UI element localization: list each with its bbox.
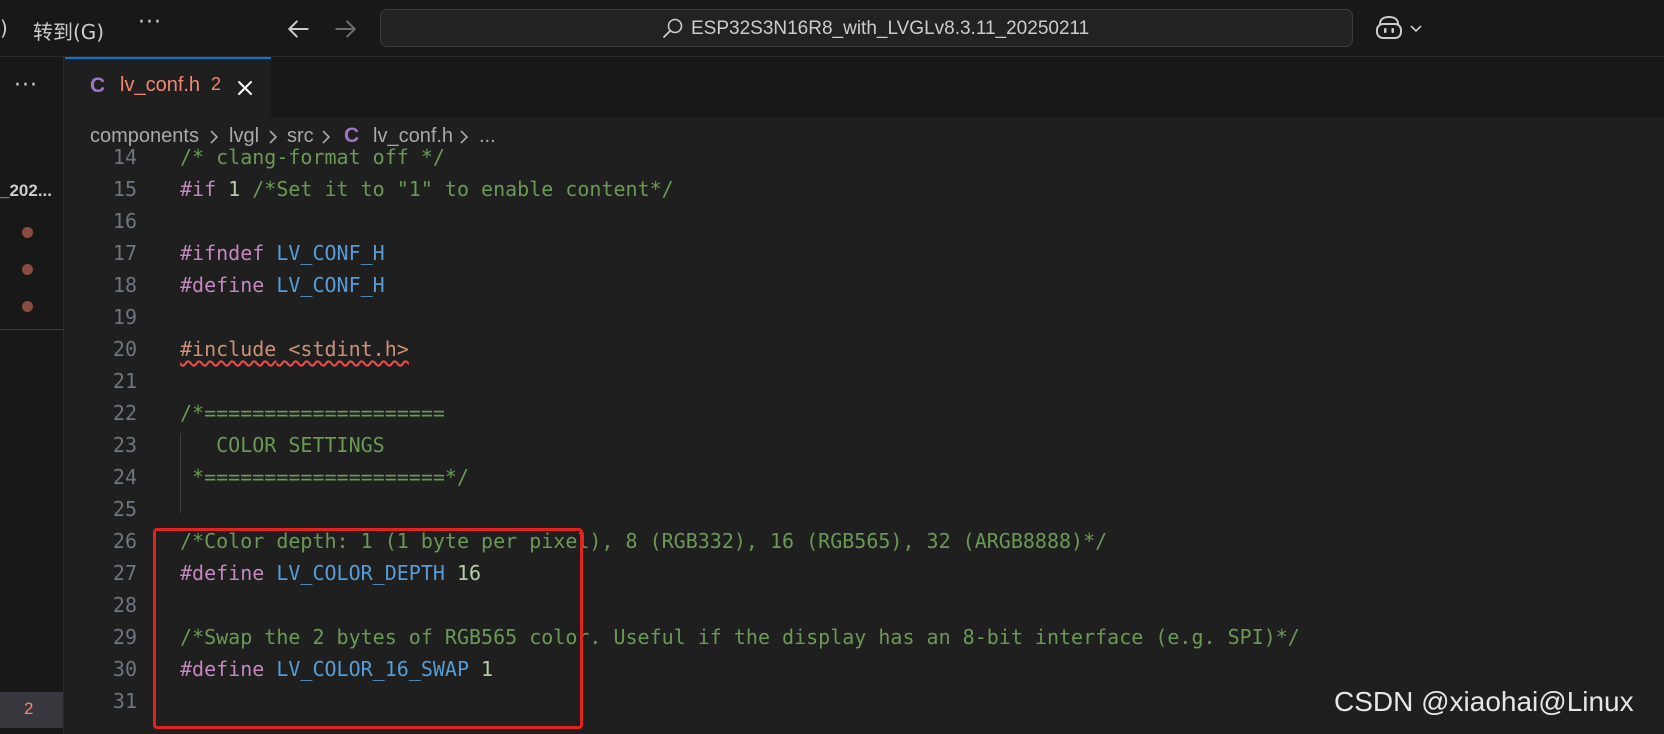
chevron-down-icon[interactable] xyxy=(1408,20,1424,36)
modified-dot-icon xyxy=(22,301,33,312)
arrow-right-icon[interactable] xyxy=(332,16,358,42)
code-line[interactable]: 23 COLOR SETTINGS xyxy=(65,429,1664,461)
line-number: 18 xyxy=(112,273,137,297)
line-number: 29 xyxy=(112,625,137,649)
code-token: LV_CONF_H xyxy=(276,273,385,297)
explorer-folder-label[interactable]: _202... xyxy=(0,181,52,201)
line-number: 17 xyxy=(112,241,137,265)
line-number: 24 xyxy=(112,465,137,489)
code-line[interactable]: 19 xyxy=(65,301,1664,333)
code-text: #if 1 /*Set it to "1" to enable content*… xyxy=(180,173,674,205)
code-line[interactable]: 22 /*==================== xyxy=(65,397,1664,429)
code-token: <stdint.h> xyxy=(276,337,409,361)
code-line[interactable]: 17 #ifndef LV_CONF_H xyxy=(65,237,1664,269)
code-token: #include xyxy=(180,337,277,361)
line-number: 27 xyxy=(112,561,137,585)
code-line[interactable]: 15 #if 1 /*Set it to "1" to enable conten… xyxy=(65,173,1664,205)
explorer-more-button[interactable]: ··· xyxy=(14,73,38,98)
code-token: #if xyxy=(180,177,217,201)
line-number: 31 xyxy=(112,689,137,713)
menu-item-partial[interactable]: ) xyxy=(0,16,8,40)
code-text: #define LV_CONF_H xyxy=(180,269,385,301)
line-number: 26 xyxy=(112,529,137,553)
line-number: 15 xyxy=(112,177,137,201)
code-token: #define xyxy=(180,273,265,297)
line-number: 28 xyxy=(112,593,137,617)
code-token: *====================*/ xyxy=(180,465,469,489)
code-line[interactable]: 25 xyxy=(65,493,1664,525)
explorer-panel: ··· _202... 2 xyxy=(0,57,64,734)
code-text: /*==================== xyxy=(180,397,445,429)
code-text: *====================*/ xyxy=(180,461,469,493)
editor-tab-bar: C lv_conf.h 2 xyxy=(65,57,1664,117)
more-menu-button[interactable]: ··· xyxy=(138,10,162,35)
code-text: #ifndef LV_CONF_H xyxy=(180,237,385,269)
code-line[interactable]: 24 *====================*/ xyxy=(65,461,1664,493)
problems-row[interactable]: 2 xyxy=(0,692,63,728)
line-number: 16 xyxy=(112,209,137,233)
modified-dot-icon xyxy=(22,264,33,275)
menu-item-goto[interactable]: 转到(G) xyxy=(33,16,104,45)
code-token: /*==================== xyxy=(180,401,445,425)
panel-divider xyxy=(0,329,63,330)
modified-dot-icon xyxy=(22,227,33,238)
code-line[interactable]: 16 xyxy=(65,205,1664,237)
annotation-highlight-box xyxy=(153,528,583,729)
line-number: 23 xyxy=(112,433,137,457)
tab-label: lv_conf.h xyxy=(120,74,201,96)
code-text: #include <stdint.h> xyxy=(180,333,409,365)
copilot-icon[interactable] xyxy=(1374,14,1404,42)
close-icon[interactable] xyxy=(235,78,255,98)
title-bar: ) 转到(G) ··· ESP32S3N16R8_with_LVGLv8.3.1… xyxy=(0,0,1664,57)
code-token: COLOR SETTINGS xyxy=(180,433,385,457)
code-token: /*Set it to "1" to enable content*/ xyxy=(252,177,674,201)
code-text: /* clang-format off */ xyxy=(180,141,445,173)
line-number: 19 xyxy=(112,305,137,329)
line-number: 21 xyxy=(112,369,137,393)
line-number: 20 xyxy=(112,337,137,361)
code-line[interactable]: 21 xyxy=(65,365,1664,397)
search-icon xyxy=(663,18,683,38)
tab-lv-conf-h[interactable]: C lv_conf.h 2 xyxy=(65,57,271,117)
line-number: 30 xyxy=(112,657,137,681)
arrow-left-icon[interactable] xyxy=(286,16,312,42)
problem-count-badge: 2 xyxy=(24,699,34,718)
code-token: LV_CONF_H xyxy=(276,241,385,265)
command-center-search[interactable]: ESP32S3N16R8_with_LVGLv8.3.11_20250211 xyxy=(380,9,1353,47)
code-token: /* clang-format off */ xyxy=(180,145,445,169)
watermark: CSDN @xiaohai@Linux xyxy=(1334,686,1634,717)
code-text: COLOR SETTINGS xyxy=(180,429,385,461)
c-file-icon: C xyxy=(90,74,106,97)
tab-problem-badge: 2 xyxy=(211,74,222,94)
code-line[interactable]: 18 #define LV_CONF_H xyxy=(65,269,1664,301)
code-line[interactable]: 14 /* clang-format off */ xyxy=(65,141,1664,173)
line-number: 22 xyxy=(112,401,137,425)
line-number: 25 xyxy=(112,497,137,521)
workspace-title: ESP32S3N16R8_with_LVGLv8.3.11_20250211 xyxy=(691,18,1090,39)
code-token: #ifndef xyxy=(180,241,265,265)
line-number: 14 xyxy=(112,145,137,169)
code-line[interactable]: 20 #include <stdint.h> xyxy=(65,333,1664,365)
code-token: 1 xyxy=(228,177,241,201)
